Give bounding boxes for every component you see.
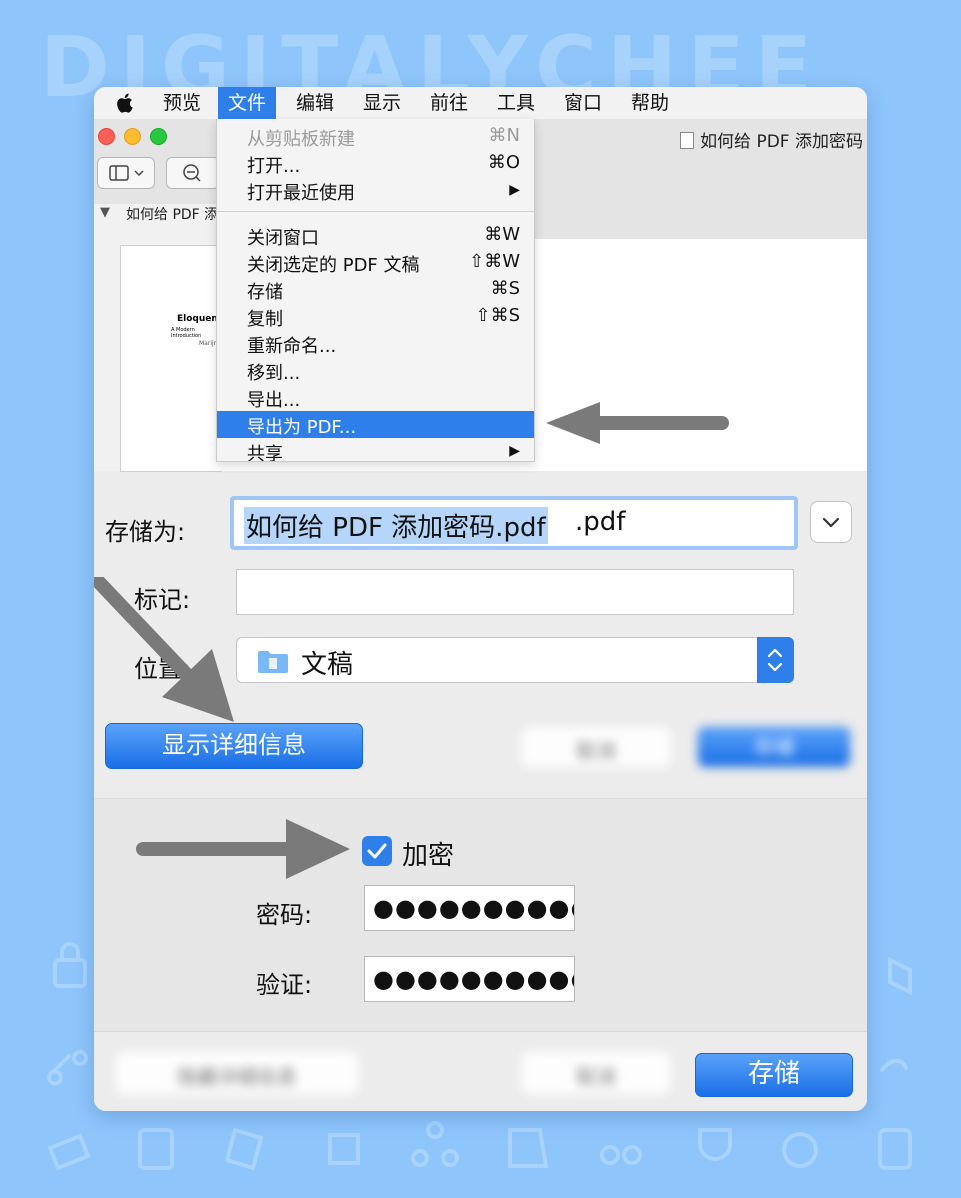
encrypt-label: 加密 bbox=[402, 841, 455, 871]
save-button[interactable]: 存储 bbox=[695, 1053, 853, 1097]
show-details-button[interactable]: 显示详细信息 bbox=[105, 723, 363, 769]
close-window-button[interactable] bbox=[98, 128, 115, 145]
encrypt-checkbox[interactable] bbox=[362, 836, 392, 866]
menu-item-close-selected[interactable]: 关闭选定的 PDF 文稿 ⇧⌘W bbox=[217, 249, 534, 276]
page-thumbnail[interactable]: Eloquent A Modern Introduction Marijn bbox=[120, 245, 222, 472]
menu-edit[interactable]: 编辑 bbox=[286, 87, 344, 119]
filename-input[interactable]: 如何给 PDF 添加密码.pdf .pdf bbox=[230, 496, 798, 550]
verify-field[interactable]: ●●●●●●●●●●● bbox=[364, 956, 575, 1002]
menu-separator bbox=[217, 211, 534, 212]
screenshot-card: 预览 文件 编辑 显示 前往 工具 窗口 帮助 如何给 PDF 添加密码 ▼ 如… bbox=[94, 87, 867, 1111]
menu-bar: 预览 文件 编辑 显示 前往 工具 窗口 帮助 bbox=[94, 87, 867, 120]
menu-tools[interactable]: 工具 bbox=[487, 87, 545, 119]
save-button-blurred[interactable]: 存储 bbox=[698, 727, 850, 767]
chevron-down-icon bbox=[822, 517, 840, 528]
footer-cancel-button-blurred[interactable]: 取消 bbox=[522, 1052, 670, 1094]
menu-go[interactable]: 前往 bbox=[420, 87, 478, 119]
up-down-chevron-icon bbox=[767, 648, 783, 672]
menu-file[interactable]: 文件 bbox=[218, 87, 277, 119]
menu-item-open-recent[interactable]: 打开最近使用 ▶ bbox=[217, 177, 534, 204]
cancel-button-blurred[interactable]: 取消 bbox=[522, 727, 670, 767]
apple-logo-icon[interactable] bbox=[114, 92, 134, 114]
filename-extension-text: .pdf bbox=[575, 507, 626, 537]
menu-preview[interactable]: 预览 bbox=[153, 87, 211, 119]
password-label: 密码: bbox=[256, 901, 313, 929]
save-as-label: 存储为: bbox=[105, 518, 186, 546]
zoom-window-button[interactable] bbox=[150, 128, 167, 145]
menu-item-rename[interactable]: 重新命名... bbox=[217, 330, 534, 357]
menu-help[interactable]: 帮助 bbox=[621, 87, 679, 119]
menu-item-share[interactable]: 共享 ▶ bbox=[217, 438, 534, 461]
menu-item-new-from-clipboard: 从剪贴板新建 ⌘N bbox=[247, 125, 520, 150]
menu-item-duplicate[interactable]: 复制 ⇧⌘S bbox=[217, 303, 534, 330]
annotation-arrow-icon bbox=[546, 402, 729, 444]
thumbnail-author: Marijn bbox=[199, 340, 218, 347]
location-select[interactable]: 文稿 bbox=[236, 637, 794, 683]
annotation-arrow-icon bbox=[94, 577, 234, 722]
menu-item-open[interactable]: 打开... ⌘O bbox=[217, 150, 534, 177]
sidebar-icon bbox=[109, 165, 144, 181]
zoom-out-icon bbox=[183, 164, 201, 182]
minimize-window-button[interactable] bbox=[124, 128, 141, 145]
menu-item-save[interactable]: 存储 ⌘S bbox=[217, 276, 534, 303]
window-title: 如何给 PDF 添加密码 bbox=[680, 127, 863, 152]
menu-item-export[interactable]: 导出... bbox=[217, 384, 534, 411]
folder-icon bbox=[258, 651, 288, 673]
checkmark-icon bbox=[367, 843, 387, 859]
document-icon bbox=[680, 132, 695, 149]
location-stepper[interactable] bbox=[757, 637, 794, 683]
dialog-footer: 隐藏详细信息 取消 存储 bbox=[94, 1031, 867, 1111]
menu-item-move-to[interactable]: 移到... bbox=[217, 357, 534, 384]
filename-selected-text: 如何给 PDF 添加密码.pdf bbox=[244, 507, 548, 544]
thumbnail-subtitle: A Modern Introduction bbox=[171, 327, 202, 339]
hide-details-button-blurred[interactable]: 隐藏详细信息 bbox=[116, 1052, 358, 1094]
tags-input[interactable] bbox=[236, 569, 794, 615]
verify-label: 验证: bbox=[256, 971, 313, 999]
zoom-out-button[interactable] bbox=[166, 157, 220, 189]
disclosure-triangle-icon[interactable]: ▼ bbox=[100, 205, 110, 220]
menu-item-export-as-pdf[interactable]: 导出为 PDF... bbox=[217, 411, 534, 438]
password-field[interactable]: ●●●●●●●●●●● bbox=[364, 885, 575, 931]
file-menu-dropdown: 从剪贴板新建 ⌘N 打开... ⌘O 打开最近使用 ▶ 关闭窗口 ⌘W 关闭选定的 PD… bbox=[216, 119, 535, 462]
sidebar-toggle-button[interactable] bbox=[97, 157, 155, 189]
menu-window[interactable]: 窗口 bbox=[554, 87, 612, 119]
encryption-panel: 加密 密码: ●●●●●●●●●●● 验证: ●●●●●●●●●●● bbox=[94, 798, 867, 1032]
annotation-arrow-icon bbox=[136, 819, 350, 879]
menu-item-close-window[interactable]: 关闭窗口 ⌘W bbox=[217, 222, 534, 249]
expand-dialog-button[interactable] bbox=[810, 501, 852, 543]
menu-view[interactable]: 显示 bbox=[353, 87, 411, 119]
